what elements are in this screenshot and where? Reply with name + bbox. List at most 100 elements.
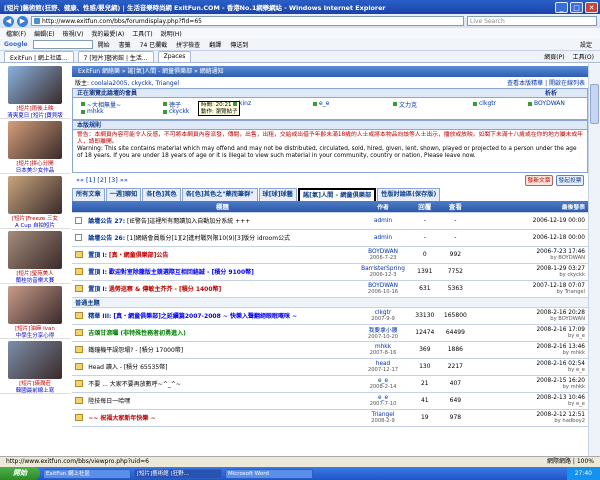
ad-item[interactable]: [短片]瑛潤莊 韓國最前線上寫 bbox=[0, 339, 70, 394]
last-post-author[interactable]: by ckyckk bbox=[471, 272, 585, 278]
author-name[interactable]: e_e bbox=[378, 378, 388, 384]
vertical-scrollbar[interactable] bbox=[588, 64, 600, 456]
topic-title[interactable]: [IE警告]這裡所有閱讀加入自動加分系統 +++ bbox=[127, 218, 250, 225]
author-name[interactable]: mhkk bbox=[375, 344, 391, 350]
topic-title[interactable]: 陸技每日一哈嘿 bbox=[88, 398, 130, 405]
browser-tab[interactable]: 7 [短片]藝術館 | 生活... bbox=[77, 51, 154, 62]
online-user[interactable]: e_e bbox=[313, 100, 330, 107]
taskbar-item[interactable]: ExitFun 網上社區 bbox=[43, 468, 131, 479]
browser-tab[interactable]: ExitFun | 網上社區... bbox=[4, 51, 74, 62]
last-post-author[interactable]: by BOYDWAN bbox=[471, 255, 585, 261]
last-post-author[interactable]: by mhkk bbox=[471, 350, 585, 356]
forward-icon[interactable]: ▶ bbox=[17, 15, 28, 27]
topic-title[interactable]: 鐵鐘機平誤怨塌? - [積分 17000幣] bbox=[88, 347, 183, 354]
forum-tab[interactable]: 各[色]其色 bbox=[142, 188, 181, 201]
author-name[interactable]: admin bbox=[374, 218, 392, 224]
online-user[interactable]: kinz bbox=[233, 100, 252, 107]
online-user[interactable]: mhkk bbox=[81, 108, 104, 115]
moderator-links[interactable]: coolala2005, ckyckk, Triangel bbox=[91, 80, 179, 87]
online-user[interactable]: ckyckk bbox=[163, 108, 190, 115]
close-button[interactable]: ✕ bbox=[585, 1, 598, 13]
ad-caption[interactable]: 中學生分享心得 bbox=[1, 331, 69, 339]
breadcrumb[interactable]: ExitFun 網絡樂 » 謠[氣]人間 - 網童俱樂部 » 網絡通知 bbox=[72, 66, 588, 77]
topic-title[interactable]: 過勞巡察 & 傳敏主芥芥 - [積分 1400幣] bbox=[109, 286, 221, 293]
maximize-button[interactable]: □ bbox=[570, 1, 583, 13]
topic-title[interactable]: 吉頌甘滾囉 (非特殊性務者初勇進入) bbox=[88, 330, 186, 337]
topic-title[interactable]: [真・網童俱樂部]公告 bbox=[109, 252, 169, 259]
forum-tab[interactable]: 性版討論區(保存版) bbox=[377, 188, 441, 201]
ad-item[interactable]: [短片]雨後上映 清爽夏日 [短片]寶貝版 bbox=[0, 64, 70, 119]
google-toolbar-button[interactable]: 拼字檢查 bbox=[176, 40, 200, 49]
last-post-author[interactable]: by e_e bbox=[471, 333, 585, 339]
command-button[interactable]: 工具(O) bbox=[573, 52, 594, 61]
new-topic-button[interactable]: 發新文章 bbox=[525, 174, 553, 186]
ad-caption[interactable]: A Cup 自拍短片 bbox=[1, 221, 69, 229]
topic-title[interactable]: [真・網童俱樂部]之延續篇2007-2008 ~ 快樂入聲翻絕眼眠嘅咪 ~ bbox=[113, 313, 297, 320]
ad-caption[interactable]: 韓國最前線上寫 bbox=[1, 386, 69, 394]
search-input[interactable]: Live Search bbox=[467, 16, 597, 26]
google-search-input[interactable] bbox=[32, 40, 93, 49]
menu-item[interactable]: 工具(T) bbox=[132, 29, 152, 38]
forum-tab[interactable]: 謠[氣]人間 - 網童俱樂部 bbox=[297, 188, 377, 201]
google-toolbar-button[interactable]: 開始 bbox=[98, 40, 110, 49]
menu-item[interactable]: 檔案(F) bbox=[6, 29, 26, 38]
topic-title[interactable]: 歡迎對室除籠版主競選際互相回絡誠 - [積分 9100幣] bbox=[109, 269, 254, 276]
forum-tab[interactable]: 球[球]球藝 bbox=[258, 188, 297, 201]
scroll-thumb[interactable] bbox=[590, 84, 599, 124]
author-name[interactable]: clkgtr bbox=[375, 310, 392, 316]
ad-thumbnail[interactable] bbox=[8, 231, 62, 269]
last-post-author[interactable]: by e_e bbox=[471, 401, 585, 407]
last-post-author[interactable]: by BOYDWAN bbox=[471, 316, 585, 322]
new-poll-button[interactable]: 發起投票 bbox=[556, 174, 584, 186]
menu-item[interactable]: 我的最愛(A) bbox=[91, 29, 124, 38]
topic-title[interactable]: Head 讀入 - [積分 65535幣] bbox=[88, 364, 167, 371]
browser-tab[interactable]: Zpaces bbox=[157, 51, 192, 62]
taskbar-item[interactable]: Microsoft Word bbox=[225, 468, 313, 479]
last-post-author[interactable]: by mhkk bbox=[471, 384, 585, 390]
page-links[interactable]: «« [1] [2] [3] »» bbox=[76, 176, 128, 184]
forum-tab[interactable]: 各[色]其色之"藥而筆群" bbox=[181, 188, 258, 201]
ad-item[interactable]: [短片]Freeze 三女 A Cup 自拍短片 bbox=[0, 174, 70, 229]
ad-thumbnail[interactable] bbox=[8, 286, 62, 324]
author-name[interactable]: BOYDWAN bbox=[368, 283, 398, 289]
url-input[interactable]: http://www.exitfun.com/bbs/forumdisplay.… bbox=[31, 16, 464, 26]
ad-thumbnail[interactable] bbox=[8, 341, 62, 379]
ad-caption[interactable]: 日本美少女作品 bbox=[1, 166, 69, 174]
taskbar-item[interactable]: [短片]藝術館 (狂野... bbox=[134, 468, 222, 479]
ad-item[interactable]: [短片]油麻 Ivan 中學生分享心得 bbox=[0, 284, 70, 339]
minimize-button[interactable]: _ bbox=[555, 1, 568, 13]
forum-tab[interactable]: 所有文章 bbox=[72, 188, 105, 201]
back-icon[interactable]: ◀ bbox=[3, 15, 14, 27]
author-name[interactable]: head bbox=[376, 361, 390, 367]
start-button[interactable]: 開始 bbox=[0, 467, 40, 480]
online-user[interactable]: 文力克 bbox=[393, 100, 418, 109]
ad-item[interactable]: [短片]拼心分開 日本美少女作品 bbox=[0, 119, 70, 174]
topic-title[interactable]: ~~ 祝福大家新年快樂 ~ bbox=[88, 415, 155, 422]
ad-caption[interactable]: 蘭桂坊音樂大賽 bbox=[1, 276, 69, 284]
last-post-author[interactable]: by e_e bbox=[471, 367, 585, 373]
author-name[interactable]: BOYDWAN bbox=[368, 249, 398, 255]
menu-item[interactable]: 檢視(V) bbox=[63, 29, 84, 38]
author-name[interactable]: admin bbox=[374, 235, 392, 241]
author-name[interactable]: BarristerSpring bbox=[361, 266, 405, 272]
topic-title[interactable]: 不要 ... 大家不要再放數呼~^_^~ bbox=[88, 381, 181, 388]
google-settings-button[interactable]: 設定 bbox=[580, 40, 600, 49]
menu-item[interactable]: 編輯(E) bbox=[34, 29, 54, 38]
last-post-author[interactable]: by hadboy2 bbox=[471, 418, 585, 424]
forum-tab[interactable]: 一週]聊知 bbox=[105, 188, 142, 201]
author-name[interactable]: e_e bbox=[378, 395, 388, 401]
ad-item[interactable]: [短片]瑩苑美人 蘭桂坊音樂大賽 bbox=[0, 229, 70, 284]
menu-item[interactable]: 說明(H) bbox=[161, 29, 182, 38]
online-user[interactable]: BOYDWAN bbox=[528, 100, 565, 107]
online-user[interactable]: clkgtr bbox=[473, 100, 497, 107]
ad-thumbnail[interactable] bbox=[8, 66, 62, 104]
ad-thumbnail[interactable] bbox=[8, 176, 62, 214]
ad-caption[interactable]: 清爽夏日 [短片]寶貝版 bbox=[1, 111, 69, 119]
google-toolbar-button[interactable]: 74 已攔截 bbox=[140, 40, 168, 49]
moderator-right-links[interactable]: 查看本版精華 | 開啟在線列表 bbox=[507, 78, 585, 87]
last-post-author[interactable]: by Triangel bbox=[471, 289, 585, 295]
topic-title[interactable]: [1]網絡會員版分[1][2]進村戰列限10(9)[3]版分 idroom公式 bbox=[127, 235, 290, 242]
command-button[interactable]: 網頁(P) bbox=[544, 52, 564, 61]
google-toolbar-button[interactable]: 書籤 bbox=[119, 40, 131, 49]
google-toolbar-button[interactable]: 翻譯 bbox=[209, 40, 221, 49]
